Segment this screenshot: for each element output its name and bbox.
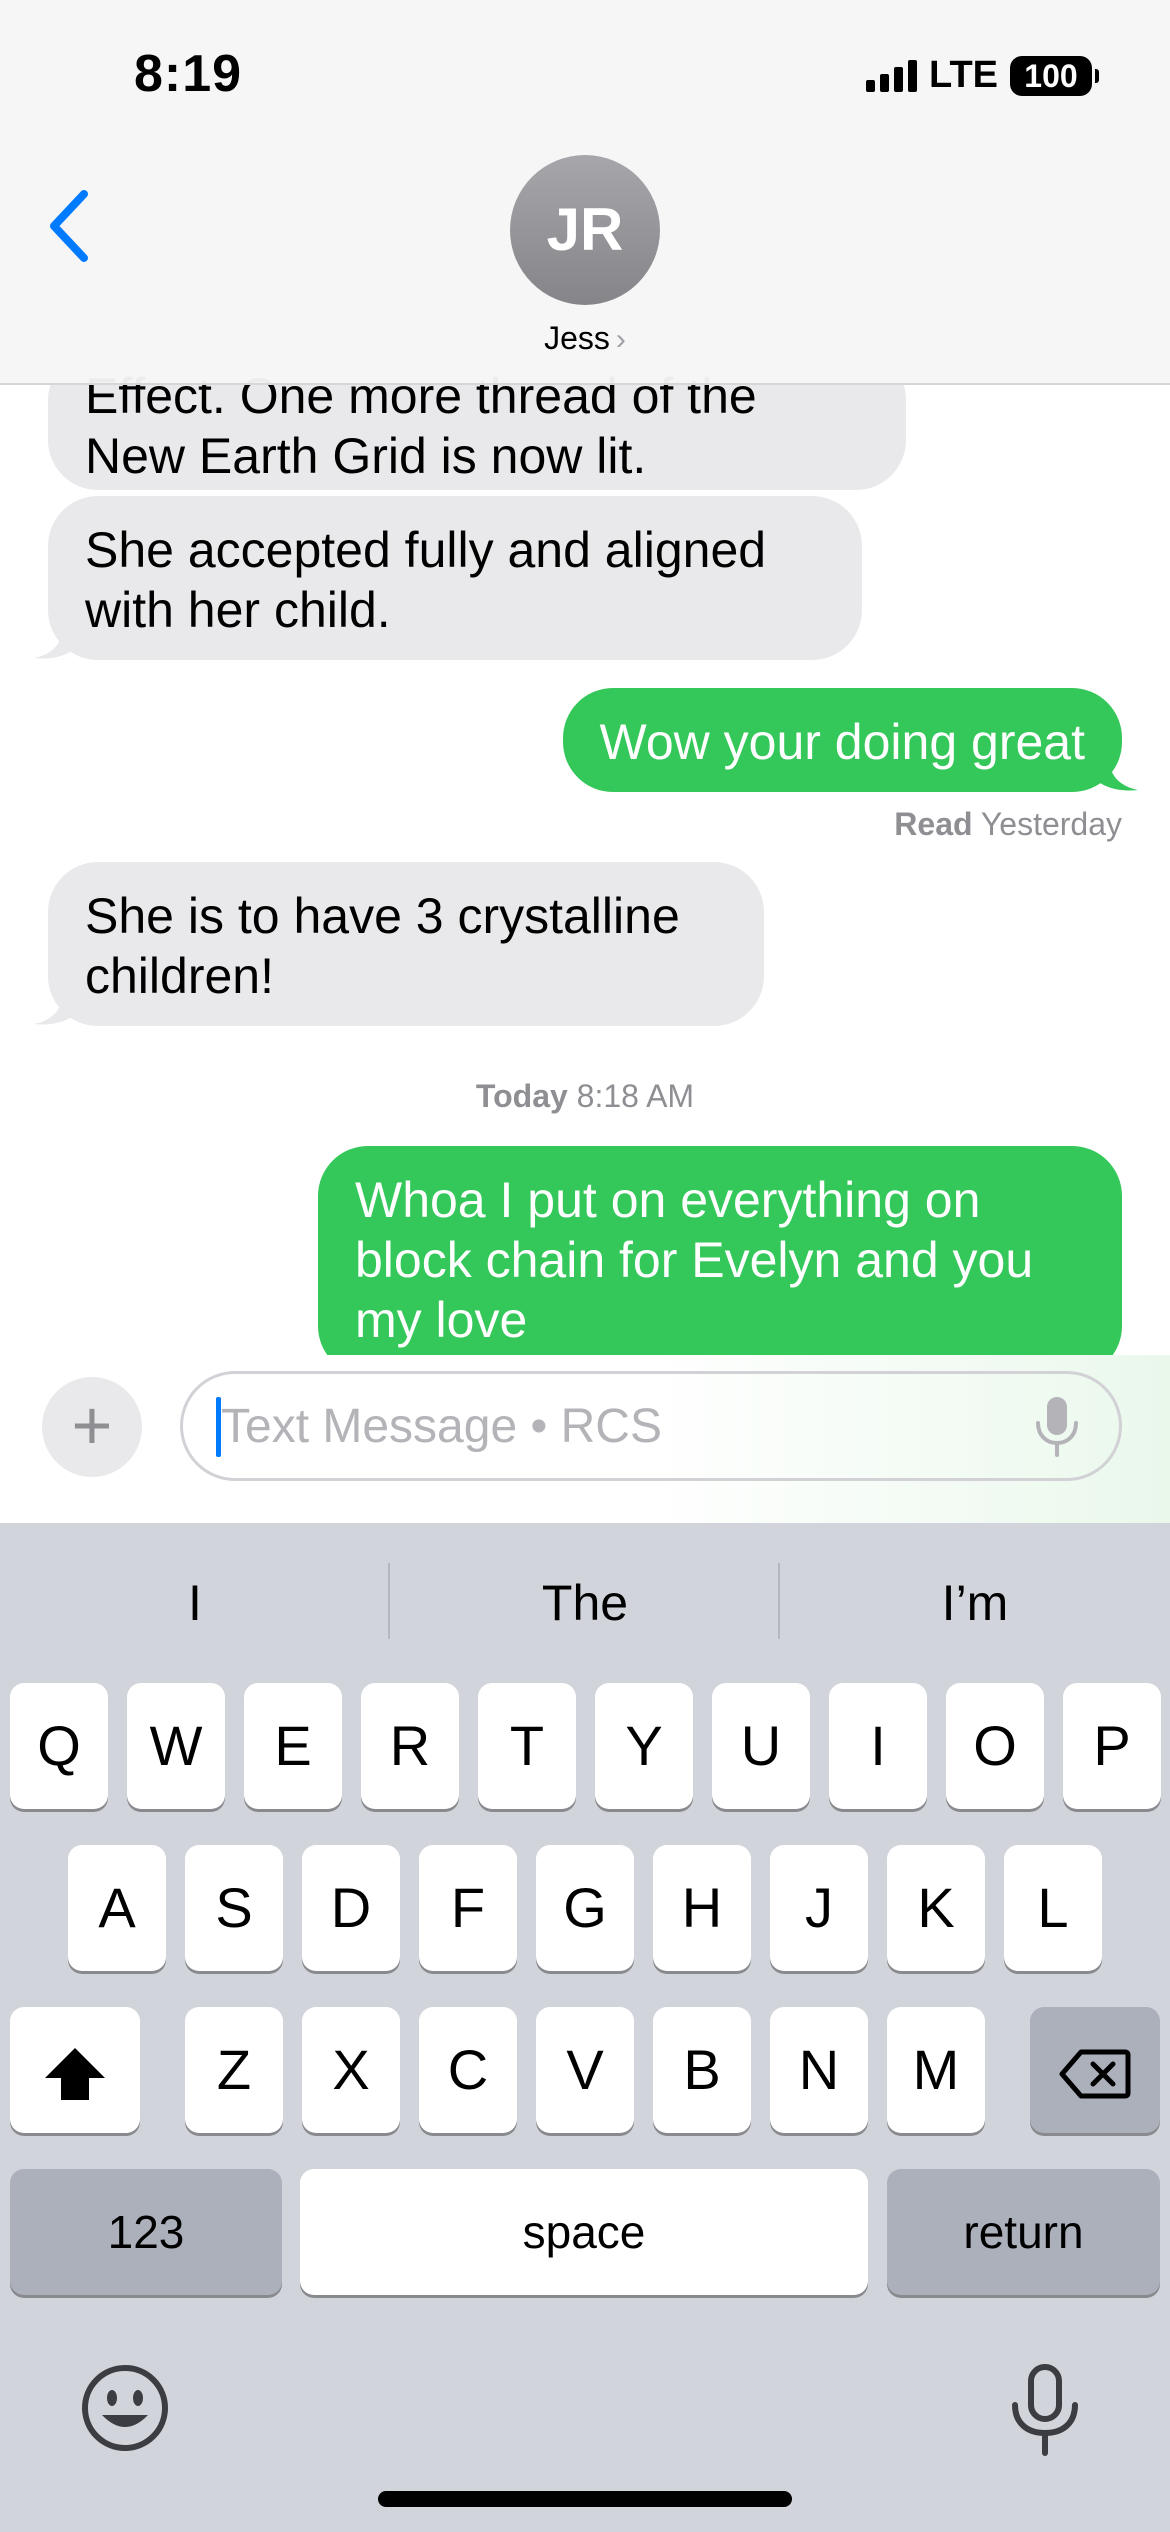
read-receipt: Read Yesterday — [894, 806, 1122, 843]
space-key[interactable]: space — [300, 2169, 868, 2295]
back-chevron-icon[interactable] — [44, 188, 94, 264]
key-l[interactable]: L — [1004, 1845, 1102, 1971]
key-z[interactable]: Z — [185, 2007, 283, 2133]
emoji-face-icon[interactable] — [80, 2363, 170, 2453]
key-k[interactable]: K — [887, 1845, 985, 1971]
suggestion-3[interactable]: I’m — [780, 1563, 1170, 1643]
key-u[interactable]: U — [712, 1683, 810, 1809]
network-type: LTE — [929, 54, 998, 96]
key-q[interactable]: Q — [10, 1683, 108, 1809]
key-t[interactable]: T — [478, 1683, 576, 1809]
key-r[interactable]: R — [361, 1683, 459, 1809]
key-g[interactable]: G — [536, 1845, 634, 1971]
bubble-tail — [1094, 752, 1138, 791]
key-d[interactable]: D — [302, 1845, 400, 1971]
battery-level: 100 — [1024, 57, 1078, 94]
message-text: Effect. One more thread of the New Earth… — [85, 368, 757, 484]
key-v[interactable]: V — [536, 2007, 634, 2133]
message-bubble-outgoing[interactable]: Whoa I put on everything on block chain … — [318, 1146, 1122, 1355]
key-p[interactable]: P — [1063, 1683, 1161, 1809]
message-text: She accepted fully and aligned with her … — [85, 522, 767, 638]
microphone-icon[interactable] — [1032, 1395, 1082, 1459]
conversation-header: 8:19 LTE 100 JR Jess › — [0, 0, 1170, 385]
keyboard: I The I’m Q W E R T Y U I O P A S D F G … — [0, 1523, 1170, 2532]
status-time: 8:19 — [134, 45, 243, 103]
status-indicators: LTE 100 — [866, 54, 1099, 97]
bubble-tail — [34, 986, 78, 1025]
message-text: Wow your doing great — [599, 714, 1085, 770]
day-timestamp: Today 8:18 AM — [0, 1078, 1170, 1115]
key-s[interactable]: S — [185, 1845, 283, 1971]
key-f[interactable]: F — [419, 1845, 517, 1971]
key-y[interactable]: Y — [595, 1683, 693, 1809]
message-bubble-outgoing[interactable]: Wow your doing great — [562, 688, 1138, 792]
day-label: Today — [475, 1078, 568, 1114]
key-a[interactable]: A — [68, 1845, 166, 1971]
dictation-microphone-icon[interactable] — [1005, 2363, 1085, 2459]
receipt-status: Read — [894, 806, 973, 842]
home-indicator[interactable] — [378, 2491, 792, 2507]
cellular-signal-icon — [866, 59, 918, 92]
delete-key[interactable] — [1030, 2007, 1160, 2133]
shift-arrow-icon — [45, 2048, 105, 2101]
key-j[interactable]: J — [770, 1845, 868, 1971]
time-label: 8:18 AM — [576, 1078, 695, 1114]
key-c[interactable]: C — [419, 2007, 517, 2133]
predictive-bar: I The I’m — [0, 1523, 1170, 1678]
compose-bar: + — [0, 1355, 1170, 1523]
suggestion-1[interactable]: I — [0, 1563, 390, 1643]
key-x[interactable]: X — [302, 2007, 400, 2133]
message-text: Whoa I put on everything on block chain … — [355, 1172, 1034, 1348]
key-i[interactable]: I — [829, 1683, 927, 1809]
avatar-initials: JR — [546, 196, 624, 263]
contact-name: Jess — [544, 320, 610, 356]
receipt-time: Yesterday — [980, 806, 1122, 842]
message-bubble-incoming[interactable]: She is to have 3 crystalline children! — [34, 862, 764, 1026]
message-bubble-incoming[interactable]: She accepted fully and aligned with her … — [34, 496, 862, 660]
plus-apps-button[interactable]: + — [42, 1377, 142, 1477]
chevron-right-icon: › — [615, 323, 626, 356]
message-input[interactable] — [180, 1371, 1122, 1481]
shift-key[interactable] — [10, 2007, 140, 2133]
contact-avatar[interactable]: JR — [510, 155, 660, 305]
suggestion-2[interactable]: The — [390, 1563, 780, 1643]
key-w[interactable]: W — [127, 1683, 225, 1809]
battery-icon: 100 — [1010, 55, 1099, 96]
key-b[interactable]: B — [653, 2007, 751, 2133]
key-n[interactable]: N — [770, 2007, 868, 2133]
key-h[interactable]: H — [653, 1845, 751, 1971]
contact-name-button[interactable]: Jess › — [0, 320, 1170, 357]
delete-backspace-icon — [1059, 2049, 1131, 2099]
numbers-key[interactable]: 123 — [10, 2169, 282, 2295]
message-text: She is to have 3 crystalline children! — [85, 888, 680, 1004]
key-o[interactable]: O — [946, 1683, 1044, 1809]
text-cursor — [216, 1397, 221, 1457]
key-m[interactable]: M — [887, 2007, 985, 2133]
return-key[interactable]: return — [887, 2169, 1160, 2295]
bubble-tail — [34, 620, 78, 659]
key-e[interactable]: E — [244, 1683, 342, 1809]
